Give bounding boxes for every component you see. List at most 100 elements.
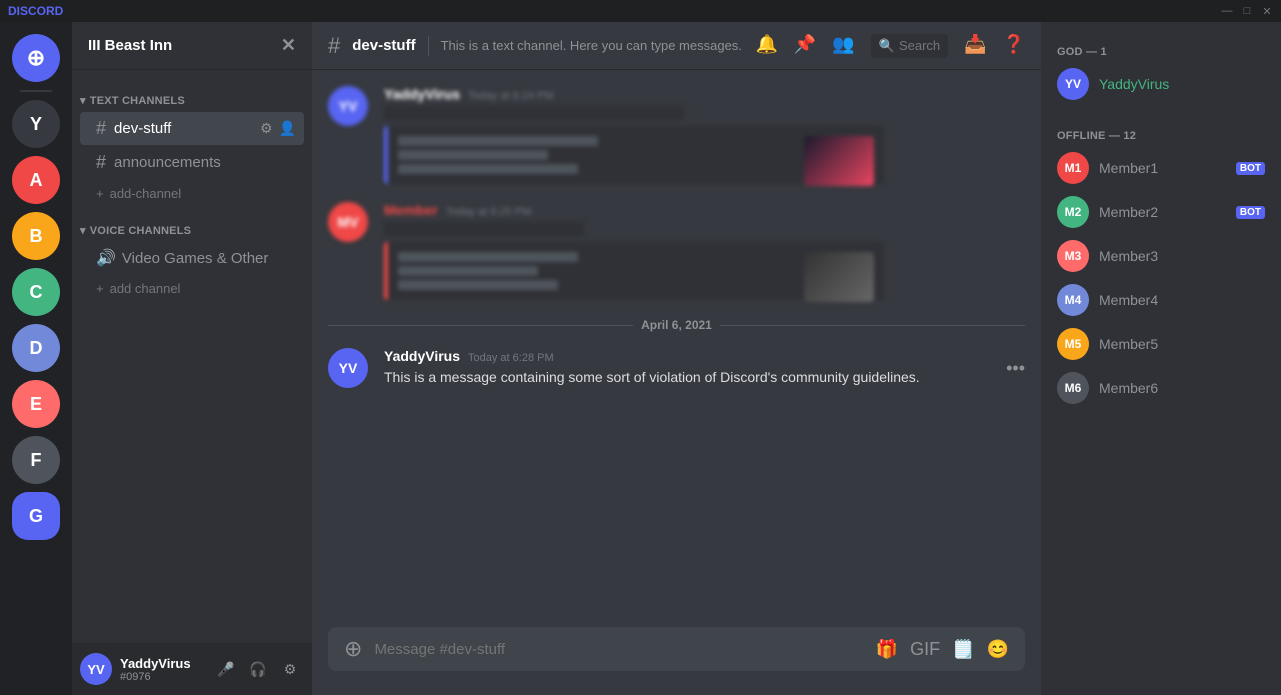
channel-category-voice[interactable]: ▾ Voice Channels [72, 208, 312, 241]
member-item-6[interactable]: M6 Member6 [1049, 366, 1273, 410]
add-channel-icon: + [96, 186, 104, 201]
channel-header: # dev-stuff This is a text channel. Here… [312, 22, 1041, 70]
member-item-2[interactable]: M2 Member2 BOT [1049, 190, 1273, 234]
inbox-icon[interactable]: 📥 [964, 34, 986, 58]
user-panel-icons: 🎤 🎧 ⚙ [212, 655, 304, 683]
members-sidebar: GOD — 1 YV YaddyVirus OFFLINE — 12 M1 Me… [1041, 22, 1281, 695]
user-panel: YV YaddyVirus #0976 🎤 🎧 ⚙ [72, 643, 312, 695]
guild-icon-1[interactable]: Y [12, 100, 60, 148]
channel-hash-icon: # [96, 118, 106, 139]
add-voice-channel-icon: + [96, 281, 104, 296]
home-guild-icon[interactable]: ⊕ [12, 34, 60, 82]
notification-icon[interactable]: 🔔 [756, 34, 778, 58]
member-name-4: Member4 [1099, 292, 1158, 308]
guild-icon-6[interactable]: E [12, 380, 60, 428]
member-avatar-yaddyvirus: YV [1057, 68, 1089, 100]
search-box[interactable]: 🔍 Search [871, 34, 948, 58]
member-item-yaddyvirus[interactable]: YV YaddyVirus [1049, 62, 1273, 106]
search-label: Search [899, 38, 940, 53]
member-category-offline: OFFLINE — 12 [1049, 122, 1273, 146]
channel-category-voice-arrow-icon: ▾ [80, 224, 86, 237]
channel-header-topic: This is a text channel. Here you can typ… [441, 38, 744, 53]
members-icon[interactable]: 👥 [832, 34, 854, 58]
channel-header-divider [428, 36, 429, 56]
member-badge-1: BOT [1236, 162, 1265, 175]
channel-hash-icon-2: # [96, 152, 106, 173]
member-avatar-5: M5 [1057, 328, 1089, 360]
input-plus-icon[interactable]: ⊕ [344, 638, 362, 660]
mute-icon[interactable]: 🎤 [212, 655, 240, 683]
gift-icon[interactable]: 🎁 [876, 639, 898, 660]
guild-icon-8[interactable]: G [12, 492, 60, 540]
guild-icon-4[interactable]: C [12, 268, 60, 316]
server-name: III Beast Inn [88, 37, 172, 54]
member-category-god: GOD — 1 [1049, 38, 1273, 62]
message-input-area: ⊕ 🎁 GIF 🗒️ 😊 [312, 627, 1041, 695]
channel-item-announcements[interactable]: # announcements [80, 146, 304, 179]
member-item-3[interactable]: M3 Member3 [1049, 234, 1273, 278]
guild-icon-2[interactable]: A [12, 156, 60, 204]
user-tag: #0976 [120, 671, 204, 683]
member-avatar-6: M6 [1057, 372, 1089, 404]
main-content: # dev-stuff This is a text channel. Here… [312, 22, 1041, 695]
channel-item-add[interactable]: + add-channel [80, 180, 304, 207]
channels-sidebar: III Beast Inn ✕ ▾ Text Channels # dev-st… [72, 22, 312, 695]
close-button[interactable]: ✕ [1261, 5, 1273, 17]
server-header[interactable]: III Beast Inn ✕ [72, 22, 312, 70]
emoji-icon[interactable]: 😊 [987, 639, 1009, 660]
member-item-1[interactable]: M1 Member1 BOT [1049, 146, 1273, 190]
message-input[interactable] [374, 641, 863, 658]
channel-header-hash-icon: # [328, 33, 340, 59]
app-logo-icon: DISCORD [8, 4, 63, 18]
messages-area: YV YaddyVirus Today at 6:24 PM [312, 70, 1041, 627]
channel-settings-icon[interactable]: ⚙ [260, 120, 273, 137]
guild-icon-7[interactable]: F [12, 436, 60, 484]
user-avatar: YV [80, 653, 112, 685]
message-input-box: ⊕ 🎁 GIF 🗒️ 😊 [328, 627, 1025, 671]
titlebar-controls: — □ ✕ [1221, 5, 1273, 17]
channel-item-voice-add[interactable]: + add channel [80, 275, 304, 302]
member-name-5: Member5 [1099, 336, 1158, 352]
member-item-4[interactable]: M4 Member4 [1049, 278, 1273, 322]
member-avatar-3: M3 [1057, 240, 1089, 272]
server-header-chevron-icon: ✕ [281, 35, 296, 56]
pin-icon[interactable]: 📌 [794, 34, 816, 58]
member-avatar-1: M1 [1057, 152, 1089, 184]
user-name: YaddyVirus [120, 656, 204, 671]
sticker-icon[interactable]: 🗒️ [952, 639, 974, 660]
member-avatar-2: M2 [1057, 196, 1089, 228]
titlebar-left: DISCORD [8, 4, 63, 18]
channel-item-voice-1[interactable]: 🔊 Video Games & Other [80, 242, 304, 274]
help-icon[interactable]: ❓ [1003, 34, 1025, 58]
maximize-button[interactable]: □ [1241, 5, 1253, 17]
member-name-6: Member6 [1099, 380, 1158, 396]
channel-category-arrow-icon: ▾ [80, 94, 86, 107]
header-icons: 🔔 📌 👥 🔍 Search 📥 ❓ [756, 34, 1026, 58]
member-avatar-4: M4 [1057, 284, 1089, 316]
channel-item-dev-stuff[interactable]: # dev-stuff ⚙ 👤 [80, 112, 304, 145]
search-icon: 🔍 [879, 38, 895, 54]
guilds-sidebar: ⊕ Y A B C D E F G [0, 22, 72, 695]
app-layout: ⊕ Y A B C D E F G III Beast Inn ✕ ▾ Text… [0, 22, 1281, 695]
channel-header-name: dev-stuff [352, 37, 415, 54]
titlebar: DISCORD — □ ✕ [0, 0, 1281, 22]
guild-separator [20, 90, 52, 92]
member-badge-2: BOT [1236, 206, 1265, 219]
guild-icon-5[interactable]: D [12, 324, 60, 372]
messages-wrapper: YV YaddyVirus Today at 6:24 PM [312, 70, 1041, 695]
channel-invite-icon[interactable]: 👤 [279, 120, 296, 137]
member-item-5[interactable]: M5 Member5 [1049, 322, 1273, 366]
member-name-1: Member1 [1099, 160, 1158, 176]
gif-icon[interactable]: GIF [910, 639, 940, 660]
context-menu-overlay: Edit Message ✏️ Pin Message 📌 Reply ↩ [312, 70, 1041, 627]
voice-icon: 🔊 [96, 248, 116, 268]
member-name-3: Member3 [1099, 248, 1158, 264]
channel-category-text[interactable]: ▾ Text Channels [72, 78, 312, 111]
member-name-2: Member2 [1099, 204, 1158, 220]
channels-list: ▾ Text Channels # dev-stuff ⚙ 👤 # announ… [72, 70, 312, 643]
guild-icon-3[interactable]: B [12, 212, 60, 260]
minimize-button[interactable]: — [1221, 5, 1233, 17]
settings-icon[interactable]: ⚙ [276, 655, 304, 683]
deafen-icon[interactable]: 🎧 [244, 655, 272, 683]
user-info: YaddyVirus #0976 [120, 656, 204, 683]
